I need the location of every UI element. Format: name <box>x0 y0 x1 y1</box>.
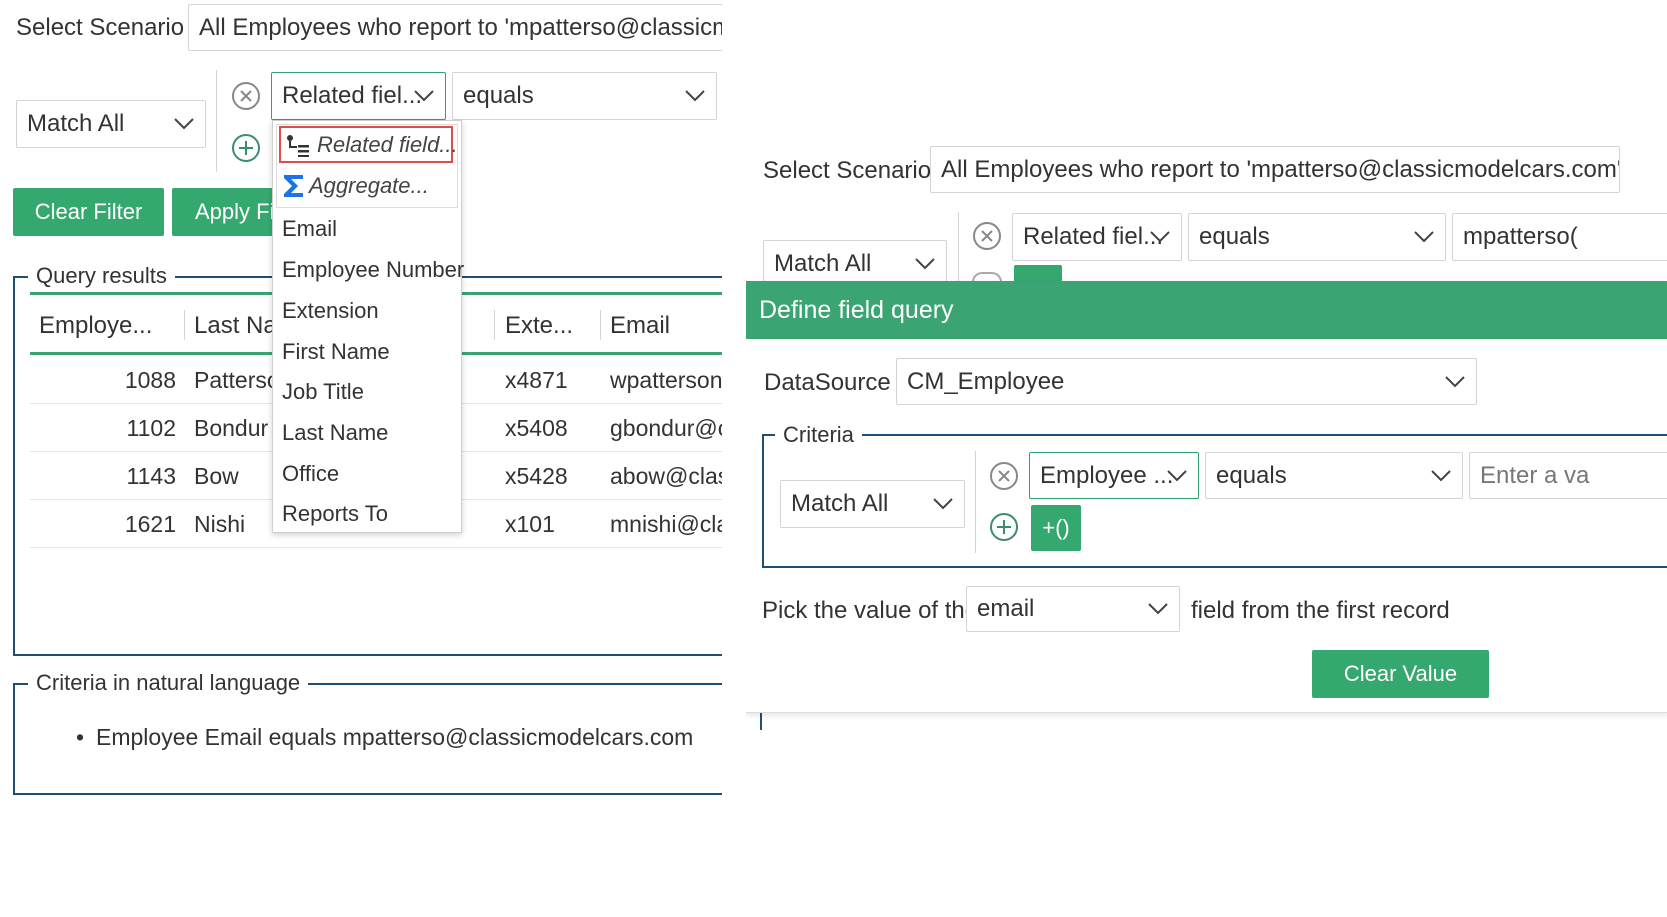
scenario-select[interactable]: All Employees who report to 'mpatterso@c… <box>930 146 1620 193</box>
dropdown-item-extension[interactable]: Extension <box>282 298 379 324</box>
dropdown-item-last-name[interactable]: Last Name <box>282 420 388 446</box>
operator-select-value: equals <box>1199 223 1270 250</box>
dialog-title: Define field query <box>759 296 954 324</box>
define-field-query-dialog: Define field query DataSource : CM_Emplo… <box>746 281 1667 713</box>
chevron-down-icon <box>1149 230 1171 244</box>
chevron-down-icon <box>684 89 706 103</box>
natural-language-item: • Employee Email equals mpatterso@classic… <box>76 724 693 751</box>
chevron-down-icon <box>1147 602 1169 616</box>
pick-field-select[interactable]: email <box>966 586 1180 632</box>
clear-filter-button[interactable]: Clear Filter <box>13 188 164 236</box>
operator-select[interactable]: equals <box>1188 213 1446 261</box>
cell-email: gbondur@c <box>610 415 722 441</box>
cell-email: abow@clas <box>610 463 722 489</box>
dialog-bottom-edge-mark <box>760 713 762 730</box>
remove-condition-icon[interactable] <box>972 221 1002 251</box>
pick-suffix-label: field from the first record <box>1191 597 1450 624</box>
criteria-field-select[interactable]: Employee ... <box>1029 452 1199 499</box>
dropdown-item-aggregate[interactable]: Aggregate... <box>281 169 455 203</box>
chevron-down-icon <box>1166 469 1188 483</box>
right-panel: Select Scenario : All Employees who repo… <box>746 0 1667 917</box>
scenario-label: Select Scenario : <box>16 14 198 41</box>
datasource-select-value: CM_Employee <box>907 367 1065 395</box>
dropdown-item-email[interactable]: Email <box>282 216 337 242</box>
cell-extension: x4871 <box>505 367 568 393</box>
field-dropdown-menu: Related field... Aggregate... Email Empl… <box>272 120 464 533</box>
dropdown-item-employee-number[interactable]: Employee Number <box>282 257 464 283</box>
column-divider <box>494 310 495 340</box>
criteria-value-input[interactable]: Enter a va <box>1469 452 1667 499</box>
chevron-down-icon <box>1444 375 1466 389</box>
query-results-legend: Query results <box>28 263 175 289</box>
add-condition-icon[interactable] <box>231 133 261 163</box>
chevron-down-icon <box>413 89 435 103</box>
add-group-button[interactable]: +() <box>1031 505 1081 551</box>
scenario-select[interactable]: All Employees who report to 'mpatterso@c… <box>188 4 722 51</box>
cell-extension: x5408 <box>505 415 568 441</box>
chevron-down-icon <box>914 257 936 271</box>
criteria-legend: Criteria <box>775 422 862 448</box>
cell-employee-number: 1621 <box>124 511 176 537</box>
pick-prefix-label: Pick the value of the <box>762 597 979 624</box>
cell-extension: x101 <box>505 511 555 537</box>
cell-email: mnishi@cla <box>610 511 722 537</box>
cell-employee-number: 1088 <box>124 367 176 393</box>
operator-select-value: equals <box>463 82 534 109</box>
column-divider <box>600 310 601 340</box>
scenario-label: Select Scenario : <box>763 157 945 184</box>
cell-employee-number: 1102 <box>126 415 176 441</box>
column-header-last-name[interactable]: Last Na <box>194 312 284 340</box>
row-divider <box>30 547 722 548</box>
match-select[interactable]: Match All <box>16 100 206 148</box>
sigma-icon <box>281 172 307 200</box>
value-input-text: mpatterso( <box>1463 223 1578 250</box>
chevron-down-icon <box>173 117 195 131</box>
dropdown-item-related-field[interactable]: Related field... <box>279 126 458 163</box>
dialog-header: Define field query <box>746 281 1667 339</box>
apply-filter-label: Apply Fi <box>195 199 275 224</box>
cell-employee-number: 1143 <box>126 463 176 489</box>
group-button-partial[interactable] <box>1014 265 1062 282</box>
related-field-icon <box>285 133 311 157</box>
dropdown-item-first-name[interactable]: First Name <box>282 339 390 365</box>
left-panel: Select Scenario : All Employees who repo… <box>0 0 722 917</box>
clear-value-button[interactable]: Clear Value <box>1312 650 1489 698</box>
column-header-extension[interactable]: Exte... <box>505 312 595 340</box>
column-header-employee[interactable]: Employe... <box>39 312 179 340</box>
remove-condition-icon[interactable] <box>231 81 261 111</box>
chevron-down-icon <box>1430 469 1452 483</box>
remove-condition-icon[interactable] <box>989 461 1019 491</box>
field-select[interactable]: Related fiel... <box>1012 213 1182 261</box>
criteria-match-select[interactable]: Match All <box>780 480 965 528</box>
natural-language-text: Employee Email equals mpatterso@classicm… <box>96 724 694 750</box>
value-input[interactable]: mpatterso( <box>1452 213 1667 261</box>
criteria-operator-value: equals <box>1216 461 1287 489</box>
datasource-select[interactable]: CM_Employee <box>896 358 1477 405</box>
criteria-group-border <box>975 451 976 553</box>
column-divider <box>184 310 185 340</box>
cell-email: wpatterson <box>610 367 722 393</box>
column-header-email[interactable]: Email <box>610 312 722 340</box>
criteria-value-placeholder: Enter a va <box>1480 461 1590 489</box>
natural-language-legend: Criteria in natural language <box>28 670 309 696</box>
scenario-select-value: All Employees who report to 'mpatterso@c… <box>941 155 1619 183</box>
related-field-label: Related field... <box>317 131 458 157</box>
criteria-group-border <box>958 212 959 282</box>
cell-extension: x5428 <box>505 463 568 489</box>
field-select[interactable]: Related fiel... <box>271 72 446 120</box>
dropdown-item-job-title[interactable]: Job Title <box>282 379 364 405</box>
criteria-group-border <box>216 70 217 172</box>
chevron-down-icon <box>1413 230 1435 244</box>
criteria-operator-select[interactable]: equals <box>1205 452 1463 499</box>
chevron-down-icon <box>932 497 954 511</box>
datasource-label: DataSource : <box>764 369 905 396</box>
dropdown-item-office[interactable]: Office <box>282 461 339 487</box>
add-condition-icon[interactable] <box>989 512 1019 542</box>
aggregate-label: Aggregate... <box>309 173 429 198</box>
scenario-select-value: All Employees who report to 'mpatterso@c… <box>199 13 722 41</box>
bullet: • <box>76 724 85 750</box>
dropdown-item-reports-to[interactable]: Reports To <box>282 501 388 527</box>
operator-select[interactable]: equals <box>452 72 717 120</box>
